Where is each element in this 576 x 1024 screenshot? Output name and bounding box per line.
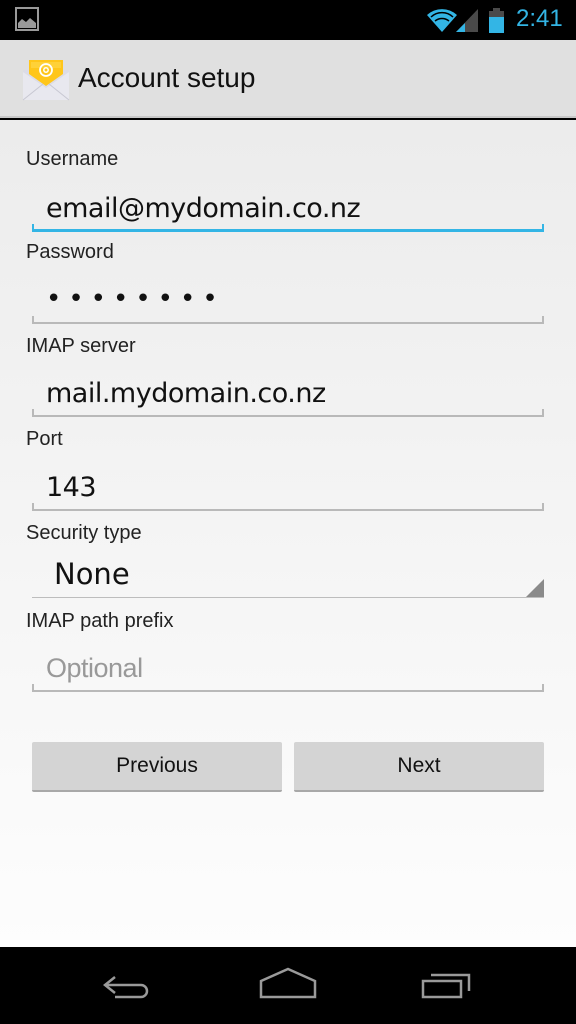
password-field[interactable]: •••••••• [32, 280, 544, 324]
dropdown-arrow-icon [526, 579, 544, 597]
status-bar: 2:41 [0, 0, 576, 40]
recent-apps-icon[interactable] [413, 967, 483, 1007]
port-label: Port [26, 428, 63, 450]
port-underline [32, 503, 544, 511]
password-label: Password [26, 241, 114, 263]
port-value: 143 [46, 472, 97, 503]
action-bar: Account setup [0, 40, 576, 118]
back-icon[interactable] [93, 967, 163, 1007]
username-value: email@mydomain.co.nz [46, 193, 361, 224]
imap-path-prefix-label: IMAP path prefix [26, 610, 174, 632]
security-type-value: None [54, 557, 130, 591]
imap-path-prefix-field[interactable]: Optional [32, 648, 544, 692]
previous-button[interactable]: Previous [32, 742, 282, 792]
imap-path-prefix-placeholder: Optional [46, 653, 143, 683]
username-label: Username [26, 148, 119, 170]
page-title: Account setup [78, 62, 256, 93]
home-icon[interactable] [253, 967, 323, 1007]
wifi-icon [427, 9, 457, 32]
imap-server-field[interactable]: mail.mydomain.co.nz [32, 373, 544, 417]
imap-server-label: IMAP server [26, 335, 136, 357]
battery-icon [489, 8, 504, 33]
imap-path-prefix-underline [32, 684, 544, 692]
port-field[interactable]: 143 [32, 467, 544, 511]
status-clock: 2:41 [516, 5, 563, 32]
account-setup-form: Username email@mydomain.co.nz Password •… [0, 120, 576, 947]
cell-signal-icon [456, 9, 478, 32]
navigation-bar [0, 947, 576, 1024]
password-underline [32, 316, 544, 324]
security-type-label: Security type [26, 522, 142, 544]
username-underline [32, 224, 544, 232]
imap-server-underline [32, 409, 544, 417]
password-value: •••••••• [46, 284, 225, 314]
imap-server-value: mail.mydomain.co.nz [46, 378, 326, 409]
next-button[interactable]: Next [294, 742, 544, 792]
security-type-dropdown[interactable]: None [32, 550, 544, 598]
username-field[interactable]: email@mydomain.co.nz [32, 188, 544, 232]
image-notification-icon [15, 7, 39, 31]
email-envelope-icon[interactable] [21, 56, 71, 102]
